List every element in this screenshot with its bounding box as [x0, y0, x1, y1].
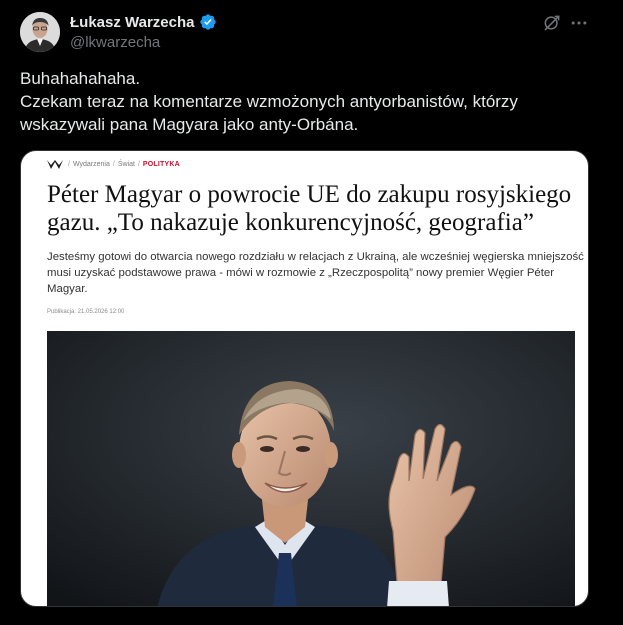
more-button[interactable] [568, 12, 590, 34]
author-name-text: Łukasz Warzecha [70, 13, 195, 31]
verified-badge-icon [199, 13, 217, 31]
grok-button[interactable] [541, 12, 563, 34]
publication-date: Publikacja: 21.05.2026 12:00 [47, 309, 125, 315]
publisher-logo-icon [47, 160, 63, 169]
tweet: Łukasz Warzecha @lkwarzecha Buhahahahaha… [0, 0, 623, 625]
article-photo-image [47, 331, 575, 606]
tweet-line: Buhahahahaha. [20, 69, 141, 88]
article-photo [47, 331, 575, 606]
breadcrumb-item[interactable]: Świat [118, 161, 135, 168]
author-name[interactable]: Łukasz Warzecha [70, 13, 217, 31]
avatar-photo [20, 12, 60, 52]
breadcrumb-separator: / [137, 161, 140, 168]
tweet-line: wskazywali pana Magyara jako anty-Orbána… [20, 115, 359, 134]
breadcrumb-item[interactable]: Wydarzenia [73, 161, 110, 168]
author-handle[interactable]: @lkwarzecha [70, 34, 160, 51]
breadcrumb-item-category[interactable]: POLITYKA [143, 161, 180, 168]
article-card[interactable]: / Wydarzenia / Świat / POLITYKA Péter Ma… [20, 150, 589, 607]
lead-line: Magyar. [47, 283, 88, 295]
breadcrumb-separator: / [68, 161, 70, 168]
avatar[interactable] [20, 12, 60, 52]
headline-line: Péter Magyar o powrocie UE do zakupu ros… [47, 181, 572, 208]
breadcrumb: / Wydarzenia / Świat / POLITYKA [47, 160, 180, 169]
headline-line: gazu. „To nakazuje konkurencyjność, geog… [47, 209, 534, 236]
lead-line: musi uzyskać podstawowe prawa - mówi w r… [47, 267, 555, 279]
article-lead: Jesteśmy gotowi do otwarcia nowego rozdz… [47, 249, 584, 297]
grok-icon [544, 15, 560, 31]
tweet-text: Buhahahahaha. Czekam teraz na komentarze… [20, 67, 600, 136]
more-icon [571, 21, 587, 25]
breadcrumb-separator: / [112, 161, 115, 168]
tweet-line: Czekam teraz na komentarze wzmożonych an… [20, 92, 518, 111]
article-headline: Péter Magyar o powrocie UE do zakupu ros… [47, 181, 572, 237]
lead-line: Jesteśmy gotowi do otwarcia nowego rozdz… [47, 251, 584, 263]
